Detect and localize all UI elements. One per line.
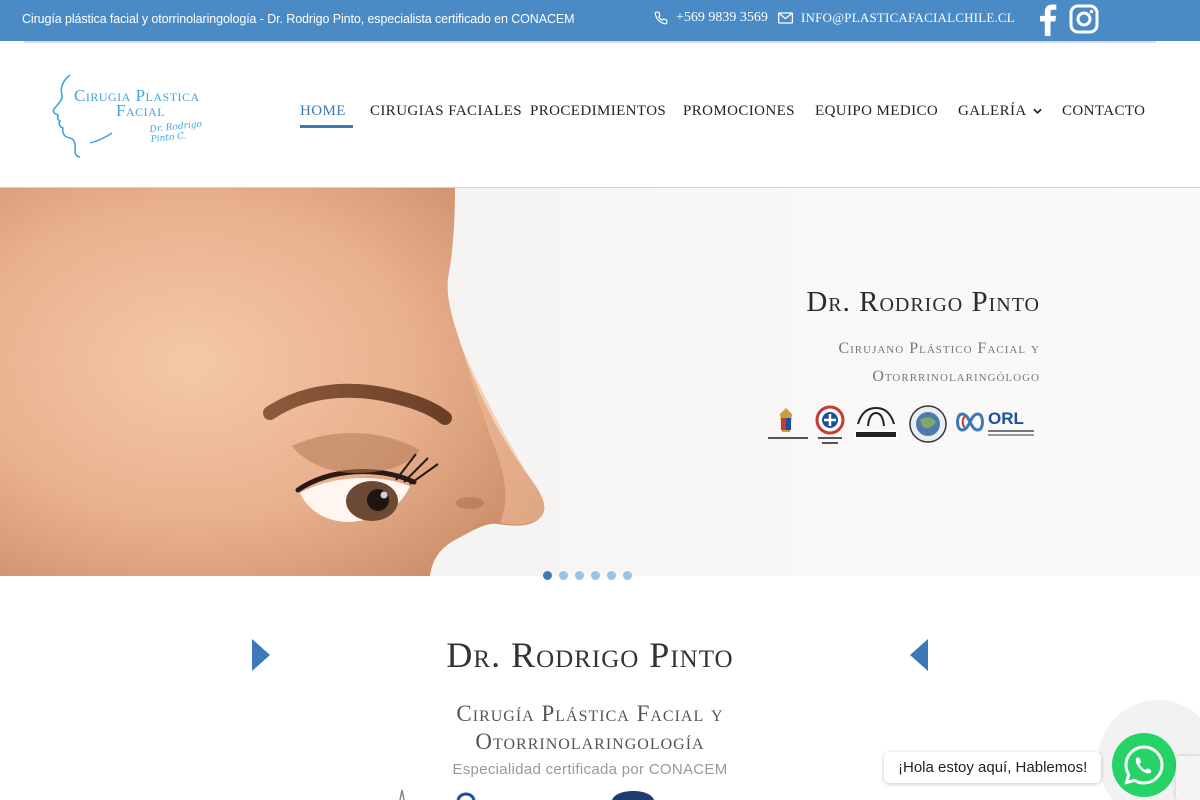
nav-item-equipo-medico[interactable]: EQUIPO MEDICO [815,103,938,120]
nav-item-galeria[interactable]: GALERÍA [958,103,1042,120]
nav-item-promociones[interactable]: PROMOCIONES [683,103,795,120]
slider-dot[interactable] [623,571,632,580]
hero-face-image [0,188,545,576]
hero-subtitle-line1: Cirujano Plástico Facial y [838,340,1040,357]
whatsapp-chat-bubble[interactable]: ¡Hola estoy aquí, Hablemos! [884,752,1102,783]
slider-dot[interactable] [607,571,616,580]
bottom-logos-partial [399,789,654,800]
phone-number: +569 9839 3569 [676,10,768,25]
orl-logo: ORL [956,409,1034,436]
slider-dot[interactable] [575,571,584,580]
universidad-de-chile-logo [768,408,808,439]
nav-item-label: HOME [300,103,346,119]
nav-item-procedimientos[interactable]: PROCEDIMIENTOS [530,103,666,120]
whatsapp-button[interactable] [1112,733,1176,797]
nav-item-home[interactable]: HOME [300,103,353,128]
whatsapp-bubble-text: ¡Hola estoy aquí, Hablemos! [898,759,1088,776]
slider-dot[interactable] [543,571,552,580]
section-subtitle-line1: Cirugía Plástica Facial y [456,701,724,726]
nav-item-label: PROCEDIMIENTOS [530,103,667,119]
affiliation-logos: ORL [768,405,1034,444]
section-title: Dr. Rodrigo Pinto [446,635,734,675]
site-tagline: Cirugía plástica facial y otorrinolaring… [22,12,575,26]
nav-item-label: PROMOCIONES [683,103,795,119]
site-header: Cirugia Plastica Facial Dr. Rodrigo Pint… [0,43,1200,188]
hero-title: Dr. Rodrigo Pinto [806,286,1040,318]
top-bar: Cirugía plástica facial y otorrinolaring… [0,0,1200,41]
colegio-medico-logo [815,405,845,444]
facebook-icon[interactable] [1036,4,1058,36]
face-profile-logo-icon [52,74,113,158]
slider-dot[interactable] [559,571,568,580]
svg-text:ORL: ORL [988,409,1024,428]
slider-pagination [543,571,632,580]
hero-subtitle-line2: Otorrrinolaringólogo [872,368,1040,385]
email-link[interactable]: INFO@PLASTICAFACIALCHILE.CL [778,10,1015,26]
conacem-logo [854,406,898,438]
mail-icon [778,12,793,24]
site-logo[interactable]: Cirugia Plastica Facial Dr. Rodrigo Pint… [48,71,228,161]
slider-dot[interactable] [591,571,600,580]
active-nav-underline [300,125,353,128]
email-address: INFO@PLASTICAFACIALCHILE.CL [801,10,1015,25]
recaptcha-badge[interactable] [1176,756,1200,800]
phone-icon [654,11,668,25]
seal-logo [909,405,947,443]
nav-item-label: CONTACTO [1062,103,1146,119]
nav-item-label: EQUIPO MEDICO [815,103,939,119]
phone-link[interactable]: +569 9839 3569 [654,10,768,26]
chevron-down-icon [1033,108,1042,115]
whatsapp-icon [1124,745,1164,785]
nav-item-label: GALERÍA [958,103,1026,119]
nav-item-cirugias-faciales[interactable]: CIRUGIAS FACIALES [370,103,522,120]
hero-slider[interactable]: Dr. Rodrigo Pinto Cirujano Plástico Faci… [0,188,1200,576]
nav-item-label: CIRUGIAS FACIALES [370,103,522,119]
nav-item-contacto[interactable]: CONTACTO [1062,103,1145,120]
logo-signature: Dr. Rodrigo Pinto C. [149,119,203,146]
logo-line2: Facial [116,101,166,120]
instagram-icon[interactable] [1069,4,1099,34]
